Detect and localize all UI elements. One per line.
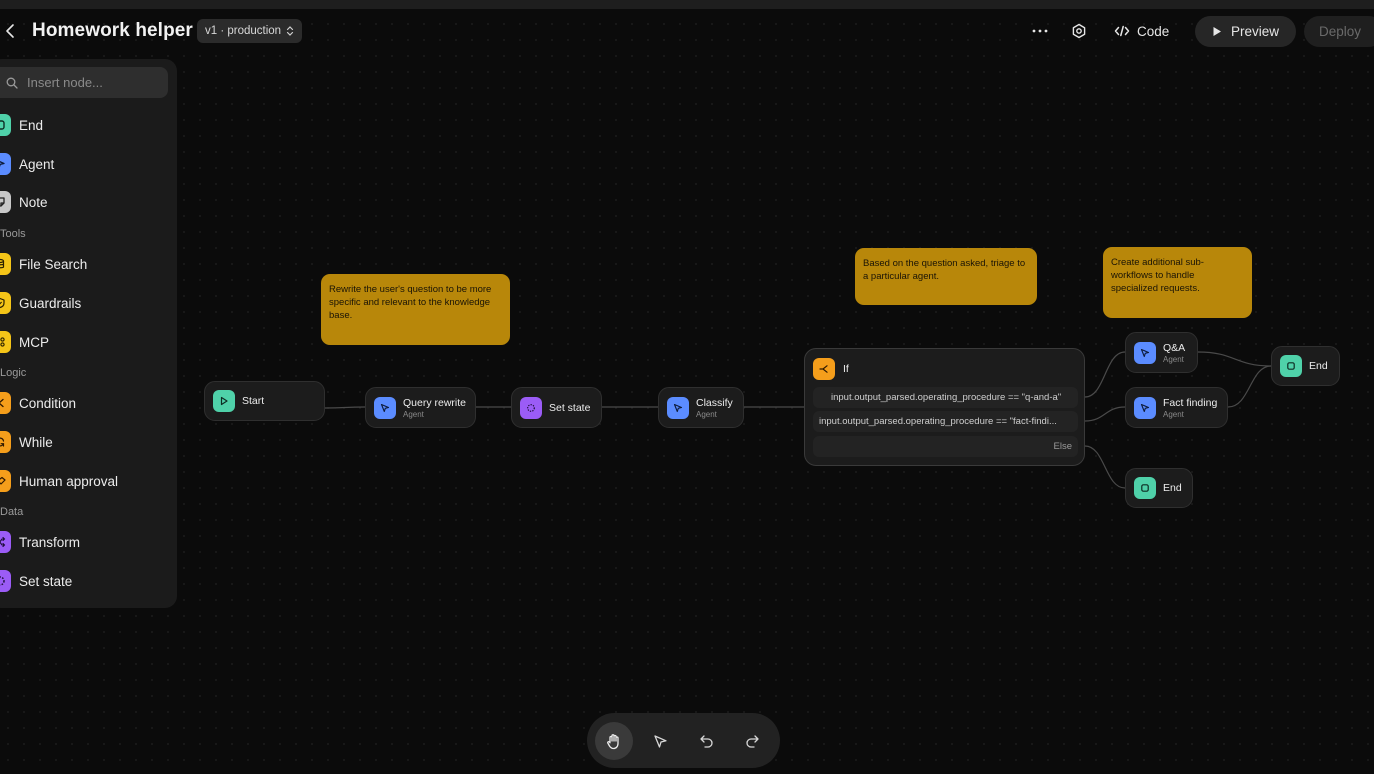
node-label: If xyxy=(843,363,849,375)
edge-start-to-query-rewrite xyxy=(324,406,366,409)
note-subworkflows[interactable]: Create additional sub-workflows to handl… xyxy=(1103,247,1252,318)
node-label: Start xyxy=(242,395,265,407)
edge-if-fact-finding xyxy=(1084,406,1126,422)
note-rewrite[interactable]: Rewrite the user's question to be more s… xyxy=(321,274,510,345)
node-classify[interactable]: Classify Agent xyxy=(658,387,744,428)
if-condition-q-and-a[interactable]: input.output_parsed.operating_procedure … xyxy=(813,387,1078,408)
dotted-circle-icon xyxy=(520,396,542,419)
edge-qa-to-end xyxy=(1197,351,1272,367)
cursor-icon xyxy=(1134,341,1156,364)
edge-fact-finding-to-end xyxy=(1227,365,1272,408)
node-fact-finding[interactable]: Fact finding Agent xyxy=(1125,387,1228,428)
if-condition-fact-finding[interactable]: input.output_parsed.operating_procedure … xyxy=(813,411,1078,432)
canvas-toolbar xyxy=(587,713,780,768)
node-label: Classify xyxy=(696,396,733,409)
cursor-icon xyxy=(374,396,396,419)
redo-button[interactable] xyxy=(733,722,771,760)
node-start[interactable]: Start xyxy=(204,381,325,421)
cursor-icon xyxy=(1134,396,1156,419)
edge-if-qa xyxy=(1084,351,1126,398)
hand-icon xyxy=(607,733,619,749)
if-condition-else[interactable]: Else xyxy=(813,436,1078,457)
cursor-icon xyxy=(667,396,689,419)
node-set-state[interactable]: Set state xyxy=(511,387,602,428)
node-label: End xyxy=(1163,482,1182,494)
node-end-bottom[interactable]: End xyxy=(1125,468,1193,508)
node-type: Agent xyxy=(1163,409,1184,419)
node-type: Agent xyxy=(1163,354,1184,364)
undo-icon xyxy=(699,735,713,748)
play-icon xyxy=(213,390,235,412)
if-header: If xyxy=(813,358,849,380)
square-icon xyxy=(1134,477,1156,499)
node-end-top[interactable]: End xyxy=(1271,346,1340,386)
node-label: Q&A xyxy=(1163,341,1186,354)
redo-icon xyxy=(745,735,759,748)
node-if[interactable]: If input.output_parsed.operating_procedu… xyxy=(804,348,1085,466)
node-type: Agent xyxy=(403,409,424,419)
square-icon xyxy=(1280,355,1302,377)
pointer-tool-button[interactable] xyxy=(641,722,679,760)
node-type: Agent xyxy=(696,409,717,419)
node-label: Query rewrite xyxy=(403,396,467,409)
node-label: End xyxy=(1309,360,1328,372)
node-query-rewrite[interactable]: Query rewrite Agent xyxy=(365,387,476,428)
hand-tool-button[interactable] xyxy=(595,722,633,760)
edge-if-else xyxy=(1084,445,1126,489)
note-triage[interactable]: Based on the question asked, triage to a… xyxy=(855,248,1037,305)
branch-icon xyxy=(813,358,835,380)
node-label: Fact finding xyxy=(1163,396,1218,409)
pointer-icon xyxy=(653,734,667,748)
node-qa[interactable]: Q&A Agent xyxy=(1125,332,1198,373)
node-label: Set state xyxy=(549,401,591,414)
undo-button[interactable] xyxy=(687,722,725,760)
